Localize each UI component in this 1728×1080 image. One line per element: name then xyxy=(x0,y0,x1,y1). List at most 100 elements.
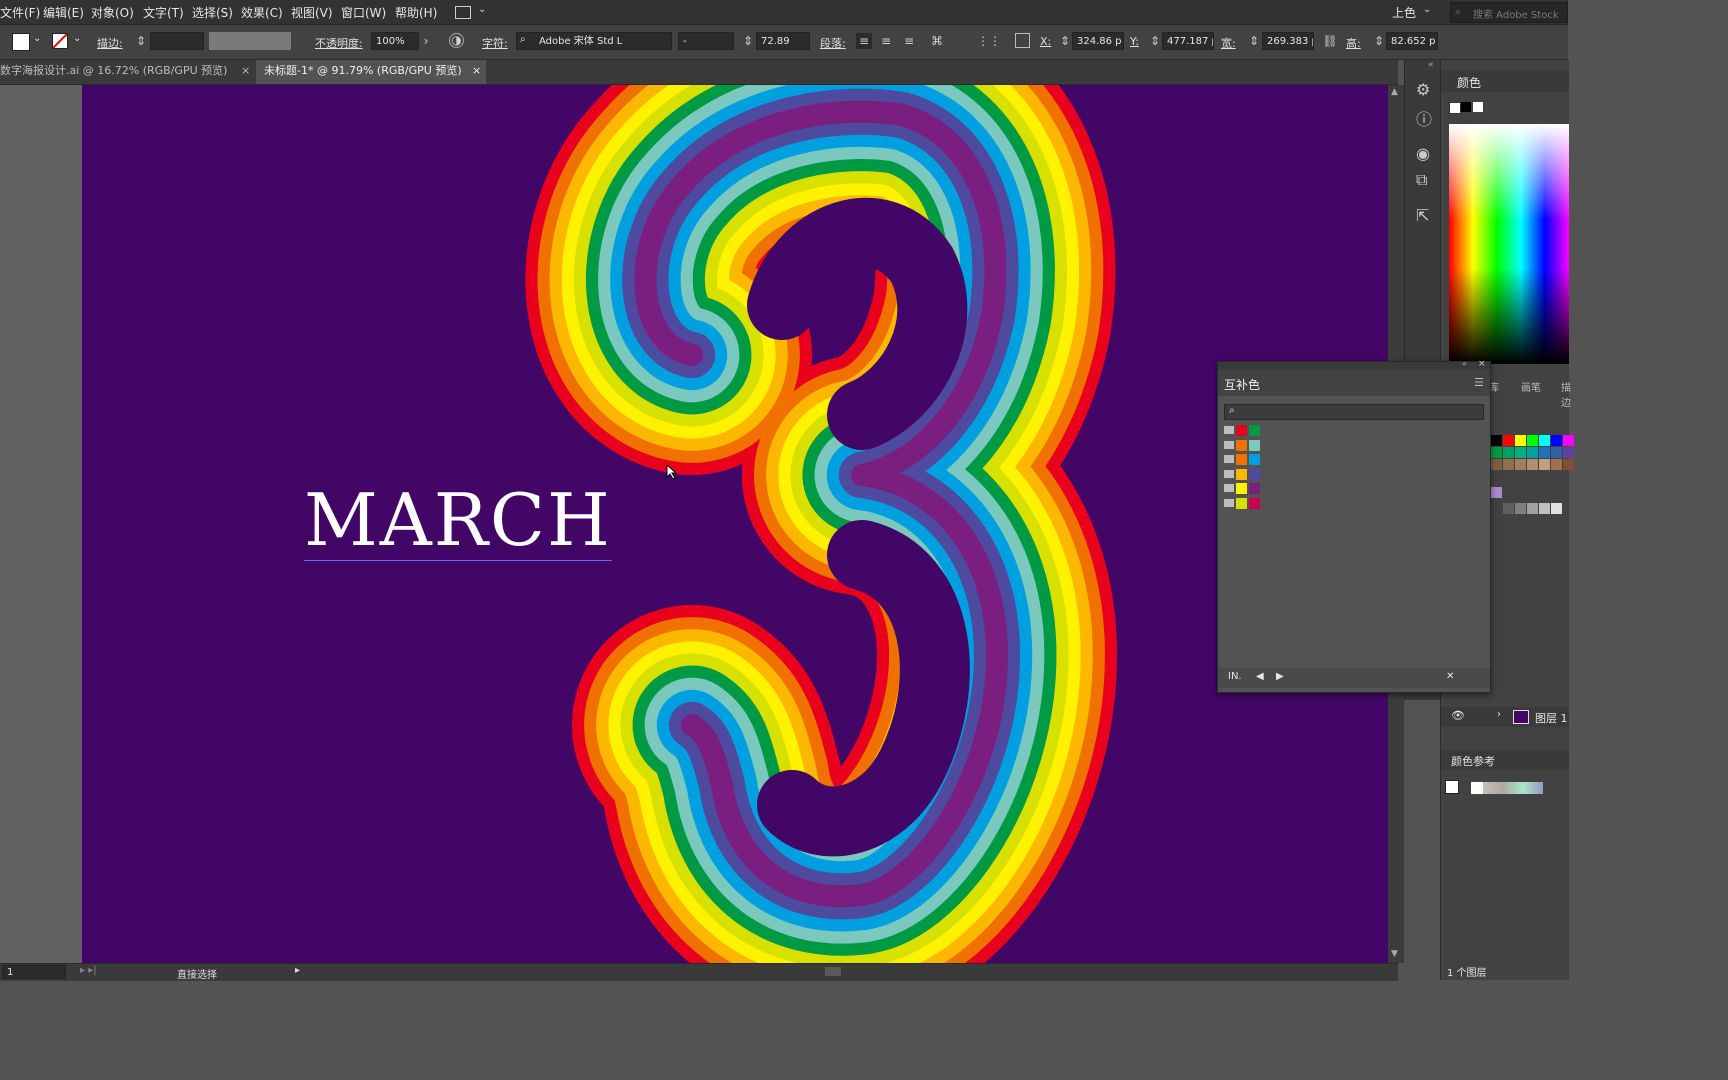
color-swatch[interactable] xyxy=(1236,425,1247,436)
color-swatch[interactable] xyxy=(1539,435,1550,446)
transform-icon[interactable]: ⧉ xyxy=(1416,170,1427,190)
menu-help[interactable]: 帮助(H) xyxy=(395,4,437,21)
color-swatch[interactable] xyxy=(1236,468,1247,480)
menu-effect[interactable]: 效果(C) xyxy=(241,4,283,21)
artboard-navigator[interactable]: 1 xyxy=(2,965,66,979)
glyph-icon[interactable]: ⌘ xyxy=(929,33,945,49)
y-field[interactable]: 477.187 p xyxy=(1162,32,1214,50)
link-icon[interactable]: ⛓ xyxy=(1322,33,1338,49)
color-swatch[interactable] xyxy=(1515,447,1526,458)
workspace-layout-icon[interactable] xyxy=(455,6,471,19)
chevron-down-icon[interactable]: ⌄ xyxy=(73,33,81,44)
layers-row[interactable]: 👁 › 图层 1 xyxy=(1441,707,1569,727)
collapse-icon[interactable]: « xyxy=(1428,60,1434,70)
stepper-icon[interactable]: ⇕ xyxy=(740,33,756,49)
stepper-icon[interactable]: ⇕ xyxy=(1371,33,1387,49)
horizontal-scroll-thumb[interactable] xyxy=(825,967,841,976)
width-label[interactable]: 宽: xyxy=(1221,35,1236,51)
width-field[interactable]: 269.383 p xyxy=(1262,32,1314,50)
font-family-field[interactable]: Adobe 宋体 Std L xyxy=(516,32,672,50)
tab-document-2[interactable]: 未标题-1* @ 91.79% (RGB/GPU 预览) × xyxy=(256,60,486,84)
prev-icon[interactable]: ◀ xyxy=(1256,671,1264,682)
chevron-down-icon[interactable]: ⌄ xyxy=(33,33,41,44)
gear-icon[interactable]: ⚙ xyxy=(1416,80,1430,99)
color-swatch[interactable] xyxy=(1236,497,1247,509)
black-swatch[interactable] xyxy=(1461,102,1471,112)
collapse-icon[interactable]: « xyxy=(1462,359,1467,368)
menu-edit[interactable]: 编辑(E) xyxy=(43,4,84,21)
align-left-icon[interactable]: ≡ xyxy=(856,33,872,49)
font-size-field[interactable]: 72.89 xyxy=(756,32,810,50)
align-center-icon[interactable]: ≡ xyxy=(878,33,894,49)
workspace-switcher[interactable]: 上色 xyxy=(1392,4,1416,21)
color-swatch[interactable] xyxy=(1491,447,1502,458)
menu-file[interactable]: 文件(F) xyxy=(0,4,40,21)
color-swatch[interactable] xyxy=(1236,439,1247,451)
color-spectrum[interactable] xyxy=(1449,124,1569,364)
color-swatch[interactable] xyxy=(1515,503,1526,514)
color-swatch[interactable] xyxy=(1236,483,1247,494)
height-field[interactable]: 82.652 p xyxy=(1386,32,1438,50)
stepper-icon[interactable]: ⇕ xyxy=(133,33,149,49)
align-right-icon[interactable]: ≡ xyxy=(901,33,917,49)
menu-select[interactable]: 选择(S) xyxy=(192,4,233,21)
y-label[interactable]: Y: xyxy=(1130,35,1139,48)
scroll-up-icon[interactable]: ▲ xyxy=(1391,87,1398,97)
close-icon[interactable]: × xyxy=(241,60,250,82)
opacity-label[interactable]: 不透明度: xyxy=(315,35,363,51)
stepper-icon[interactable]: ⇕ xyxy=(1057,33,1073,49)
color-guide-strip[interactable] xyxy=(1483,782,1543,794)
color-swatch[interactable] xyxy=(1539,503,1550,514)
color-swatch[interactable] xyxy=(1249,497,1260,509)
close-icon[interactable]: × xyxy=(1478,359,1486,369)
info-icon[interactable]: ⓘ xyxy=(1416,106,1432,130)
height-label[interactable]: 高: xyxy=(1346,35,1361,51)
stroke-profile-field[interactable] xyxy=(209,32,291,50)
color-swatch[interactable] xyxy=(1503,435,1514,446)
color-swatch[interactable] xyxy=(1527,503,1538,514)
color-swatch[interactable] xyxy=(1527,435,1538,446)
eye-icon[interactable]: 👁 xyxy=(1451,709,1465,722)
stroke-weight-field[interactable] xyxy=(150,32,204,50)
color-swatch[interactable] xyxy=(1503,447,1514,458)
export-icon[interactable]: ⇱ xyxy=(1416,206,1429,225)
chevron-down-icon[interactable]: ⌄ xyxy=(478,4,486,15)
color-swatch[interactable] xyxy=(1563,447,1574,458)
stroke-label[interactable]: 描边: xyxy=(97,35,123,51)
color-swatch[interactable] xyxy=(1551,435,1562,446)
artboard[interactable]: MARCH xyxy=(82,85,1388,963)
none-swatch[interactable] xyxy=(1449,102,1461,114)
menu-type[interactable]: 文字(T) xyxy=(143,4,184,21)
paragraph-label[interactable]: 段落: xyxy=(820,35,846,51)
color-swatch[interactable] xyxy=(1539,447,1550,458)
color-swatch[interactable] xyxy=(1563,459,1574,470)
menu-icon[interactable]: ☰ xyxy=(1474,376,1484,389)
color-swatch[interactable] xyxy=(1491,459,1502,470)
color-swatch[interactable] xyxy=(1551,459,1562,470)
recolor-icon[interactable]: ◑ xyxy=(449,33,464,48)
tab-brushes[interactable]: 画笔 xyxy=(1521,379,1541,394)
color-swatch[interactable] xyxy=(1236,454,1247,465)
stock-search-input[interactable]: ⌕ 搜索 Adobe Stock xyxy=(1450,2,1568,23)
chevron-down-icon[interactable]: ⌄ xyxy=(1423,4,1431,15)
color-swatch[interactable] xyxy=(1515,435,1526,446)
color-swatch[interactable] xyxy=(1249,439,1260,451)
color-guide-title[interactable]: 颜色参考 xyxy=(1451,753,1495,769)
character-label[interactable]: 字符: xyxy=(482,35,508,51)
color-swatch[interactable] xyxy=(1249,483,1260,494)
chevron-right-icon[interactable]: › xyxy=(1497,709,1501,720)
march-text[interactable]: MARCH xyxy=(304,480,612,561)
color-panel-title[interactable]: 颜色 xyxy=(1457,74,1481,91)
color-swatch[interactable] xyxy=(1563,435,1574,446)
scroll-down-icon[interactable]: ▼ xyxy=(1391,949,1398,959)
white-swatch[interactable] xyxy=(1473,102,1483,112)
layer-name[interactable]: 图层 1 xyxy=(1535,710,1568,726)
nav-arrows-icon[interactable]: ▸ ▸| xyxy=(80,965,97,976)
stroke-swatch[interactable] xyxy=(52,33,68,49)
appearance-icon[interactable]: ◉ xyxy=(1416,144,1430,163)
align-objects-icon[interactable]: ⋮⋮ xyxy=(977,33,1001,49)
color-swatch[interactable] xyxy=(1491,487,1502,498)
color-swatch[interactable] xyxy=(1249,425,1260,436)
color-swatch[interactable] xyxy=(1527,447,1538,458)
x-field[interactable]: 324.86 p xyxy=(1072,32,1124,50)
